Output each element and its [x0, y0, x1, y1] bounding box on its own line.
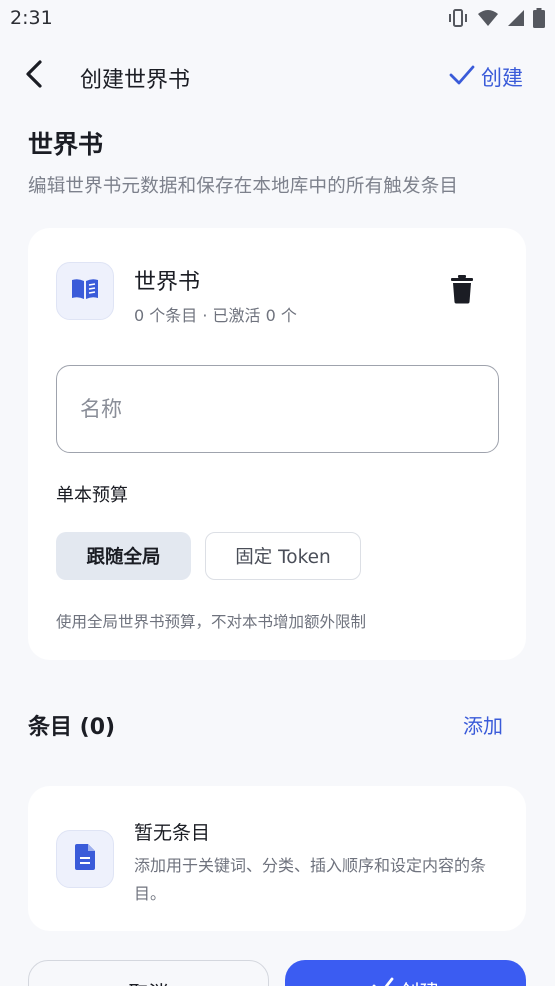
create-button[interactable]: 创建: [285, 960, 526, 986]
name-input[interactable]: [56, 365, 499, 453]
book-icon: [70, 277, 100, 305]
budget-hint: 使用全局世界书预算，不对本书增加额外限制: [56, 613, 367, 631]
budget-label: 单本预算: [56, 485, 128, 506]
status-time: 2:31: [10, 7, 53, 29]
book-name: 世界书: [134, 270, 201, 295]
arrow-left-icon: [24, 59, 44, 93]
page-title: 世界书: [28, 130, 104, 159]
book-meta: 0 个条目 · 已激活 0 个: [134, 306, 297, 325]
world-book-card: 世界书 0 个条目 · 已激活 0 个 单本预算 跟随全局 固定 Token 使…: [28, 228, 526, 660]
status-icons: [447, 7, 545, 29]
create-action-label: 创建: [481, 66, 523, 90]
app-title: 创建世界书: [80, 68, 191, 93]
cancel-label: 取消: [129, 977, 169, 986]
empty-description: 添加用于关键词、分类、插入顺序和设定内容的条目。: [134, 856, 487, 903]
empty-entries-card: 暂无条目 添加用于关键词、分类、插入顺序和设定内容的条目。: [28, 786, 526, 931]
book-icon-box: [56, 262, 114, 320]
entries-title: 条目 (0): [28, 715, 116, 740]
back-button[interactable]: [14, 56, 54, 96]
create-action-button[interactable]: 创建: [449, 62, 523, 92]
document-icon: [75, 844, 95, 874]
vibrate-icon: [447, 7, 469, 29]
battery-icon: [533, 8, 545, 28]
delete-button[interactable]: [446, 274, 478, 308]
cancel-button[interactable]: 取消: [28, 960, 269, 986]
doc-icon-box: [56, 830, 114, 888]
add-entry-button[interactable]: 添加: [463, 710, 503, 739]
page-subtitle: 编辑世界书元数据和保存在本地库中的所有触发条目: [28, 176, 459, 197]
check-icon: [449, 64, 475, 91]
create-label: 创建: [400, 976, 440, 986]
wifi-icon: [477, 8, 499, 28]
status-bar: 2:31: [0, 0, 555, 38]
check-icon: [372, 976, 394, 986]
signal-icon: [507, 9, 525, 27]
app-bar: 创建世界书 创建: [0, 48, 555, 104]
budget-option-fixed-token[interactable]: 固定 Token: [205, 532, 361, 580]
budget-option-follow-global[interactable]: 跟随全局: [56, 532, 191, 580]
trash-icon: [451, 274, 473, 308]
empty-title: 暂无条目: [134, 822, 211, 844]
